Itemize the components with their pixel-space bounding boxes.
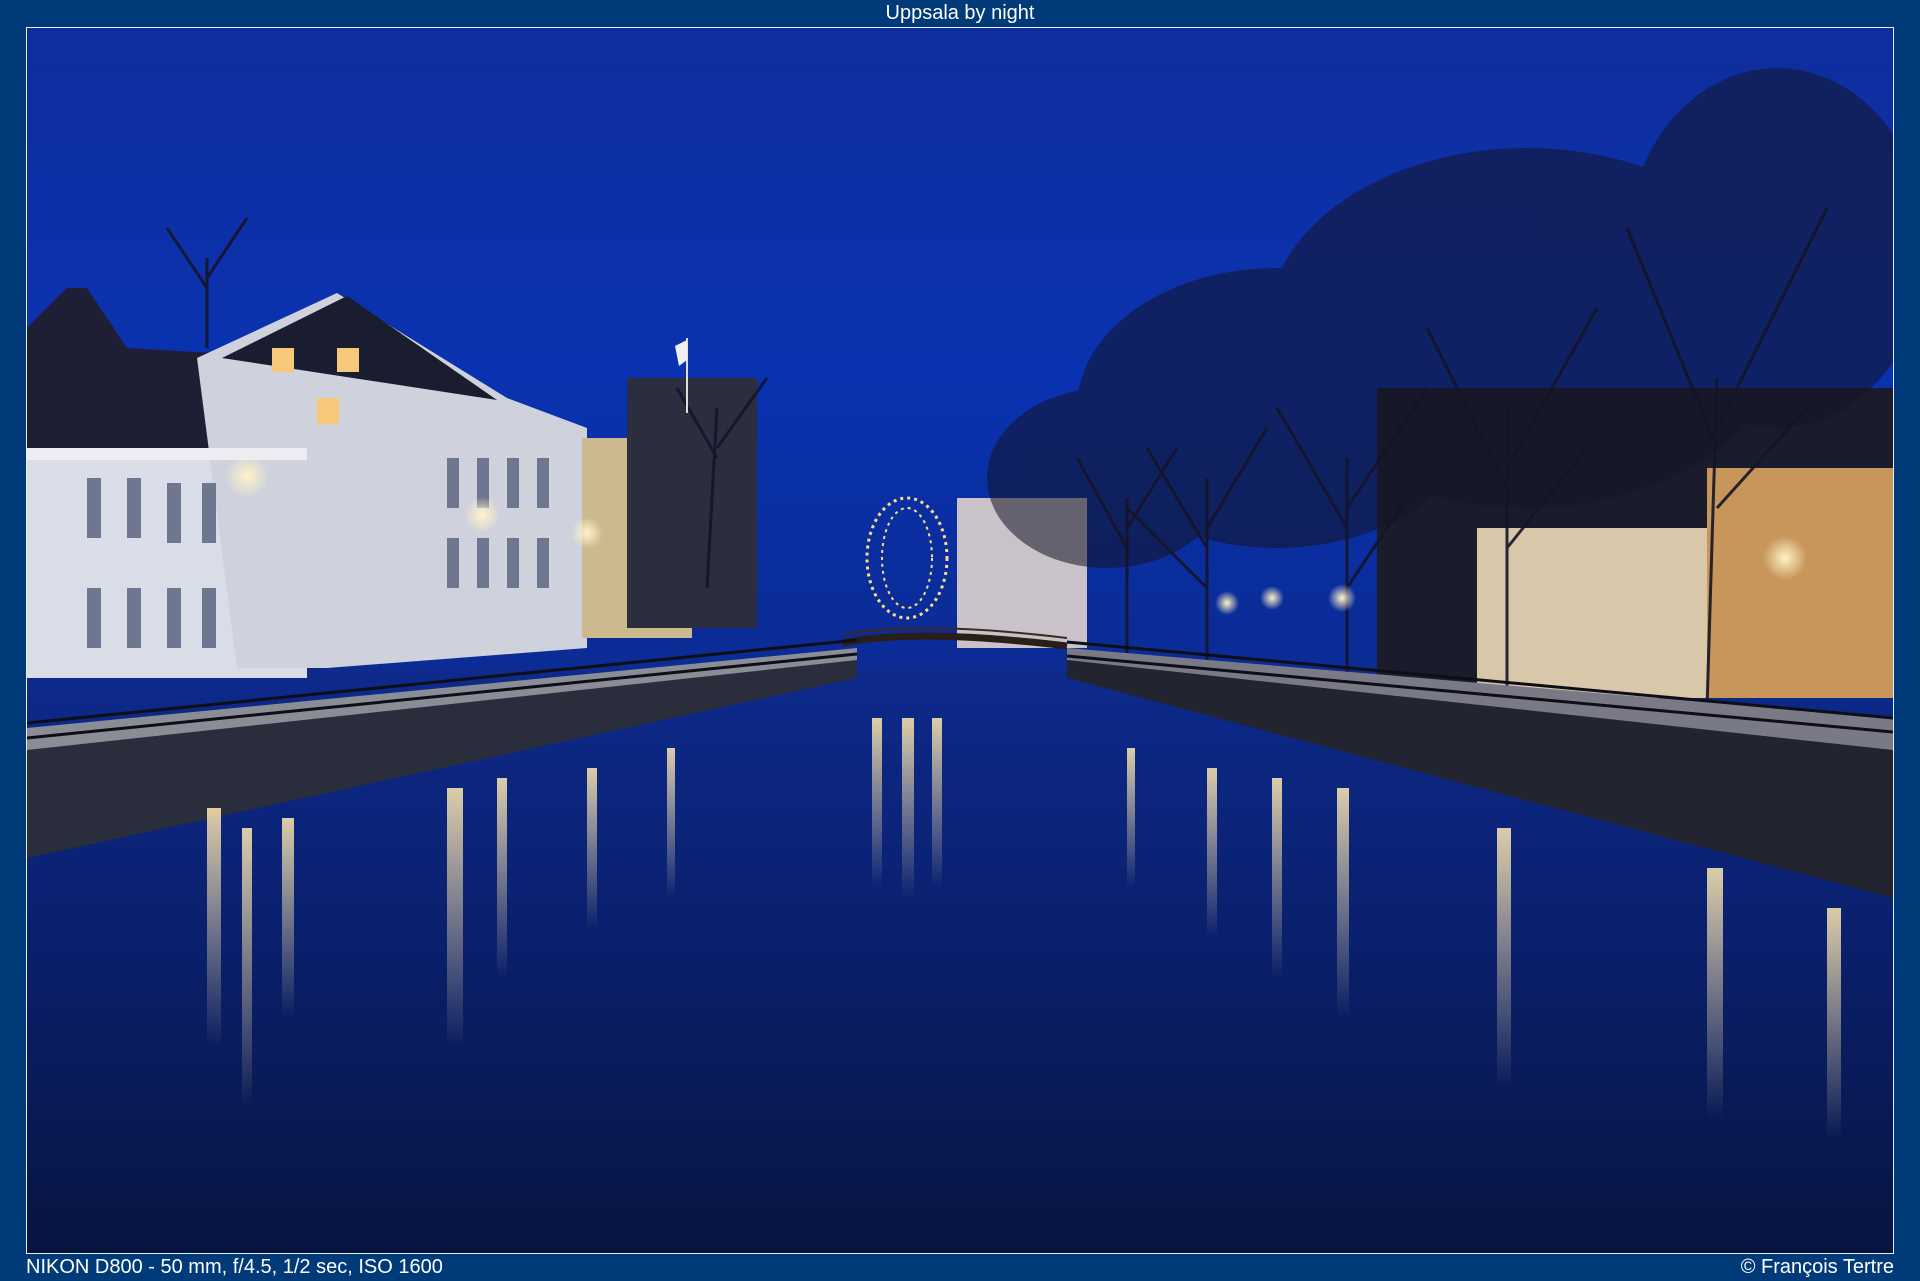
photo-title: Uppsala by night bbox=[885, 2, 1035, 24]
night-canal-scene bbox=[27, 28, 1893, 1253]
photo-frame: Uppsala by night NIKON D800 - 50 mm, f/4… bbox=[0, 0, 1920, 1281]
exif-caption: NIKON D800 - 50 mm, f/4.5, 1/2 sec, ISO … bbox=[26, 1256, 443, 1278]
photograph bbox=[26, 27, 1894, 1254]
copyright-caption: © François Tertre bbox=[1740, 1256, 1894, 1278]
